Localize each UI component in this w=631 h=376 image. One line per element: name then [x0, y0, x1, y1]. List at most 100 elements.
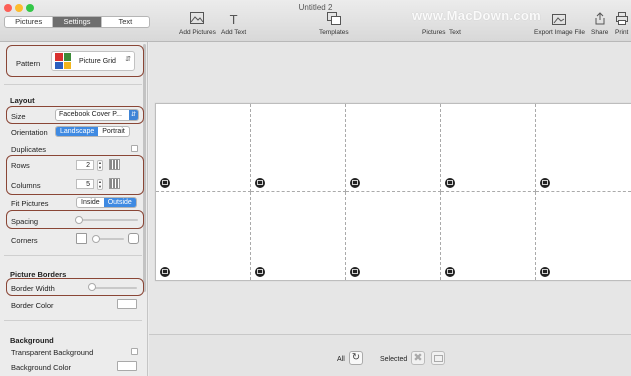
add-picture-icon[interactable] — [350, 267, 360, 277]
bottom-bar — [149, 334, 631, 376]
grid-cell[interactable] — [536, 192, 631, 280]
settings-sidebar — [0, 42, 148, 376]
tab-text[interactable]: Text — [100, 17, 149, 27]
shuffle-all-button[interactable]: ↻ — [349, 351, 363, 365]
divider — [4, 255, 142, 256]
grid-cell[interactable] — [441, 192, 536, 280]
add-picture-icon[interactable] — [255, 178, 265, 188]
columns-grid-icon — [109, 178, 120, 189]
grid-cell[interactable] — [251, 192, 346, 280]
duplicates-label: Duplicates — [11, 145, 47, 154]
pictures-toolbar-button[interactable]: Pictures — [422, 12, 445, 36]
fit-outside[interactable]: Outside — [103, 198, 136, 207]
add-text-label: Add Text — [221, 29, 247, 36]
templates-icon — [319, 12, 349, 27]
border-width-slider[interactable] — [89, 287, 137, 289]
square-corners-icon[interactable] — [76, 233, 87, 244]
selected-label: Selected — [380, 356, 408, 363]
replace-selected-button[interactable] — [431, 351, 445, 365]
title-bar: Untitled 2 Pictures Settings Text Add Pi… — [0, 0, 631, 42]
columns-stepper[interactable]: ▲ ▼ — [97, 179, 103, 190]
app-window: Untitled 2 Pictures Settings Text Add Pi… — [0, 0, 631, 376]
border-color-label: Border Color — [11, 301, 54, 310]
picture-icon — [179, 12, 216, 27]
orientation-landscape[interactable]: Landscape — [56, 127, 99, 136]
size-label: Size — [11, 112, 26, 121]
text-toolbar-button[interactable]: Text — [449, 12, 461, 36]
add-pictures-label: Add Pictures — [179, 29, 216, 36]
size-popup[interactable]: Facebook Cover P... ⇵ — [55, 109, 139, 121]
close-x-icon: ✖ — [413, 352, 423, 364]
share-icon — [591, 12, 608, 27]
border-color-well[interactable] — [117, 299, 137, 309]
picture-grid-page[interactable] — [155, 103, 631, 281]
border-width-slider-knob[interactable] — [88, 283, 96, 291]
orientation-control[interactable]: Landscape Portrait — [55, 126, 130, 137]
spacing-label: Spacing — [11, 217, 39, 226]
fit-inside[interactable]: Inside — [77, 198, 104, 207]
corners-slider-knob[interactable] — [92, 235, 100, 243]
add-picture-icon[interactable] — [445, 178, 455, 188]
export-image-button[interactable]: Export Image File — [534, 12, 585, 36]
add-picture-icon[interactable] — [350, 178, 360, 188]
spacing-slider-knob[interactable] — [75, 216, 83, 224]
grid-cell[interactable] — [156, 192, 251, 280]
remove-selected-button[interactable]: ✖ — [411, 351, 425, 365]
tab-pictures[interactable]: Pictures — [5, 17, 52, 27]
size-value: Facebook Cover P... — [59, 111, 122, 118]
picture-icon — [434, 355, 443, 364]
add-picture-icon[interactable] — [160, 178, 170, 188]
all-label: All — [337, 356, 345, 363]
print-icon — [615, 12, 628, 27]
transparent-background-label: Transparent Background — [11, 348, 94, 357]
share-button[interactable]: Share — [591, 12, 608, 36]
layout-section-title: Layout — [10, 96, 35, 105]
rounded-corners-icon[interactable] — [128, 233, 139, 244]
orientation-portrait[interactable]: Portrait — [98, 127, 129, 136]
print-button[interactable]: Print — [615, 12, 628, 36]
transparent-background-checkbox[interactable] — [131, 348, 138, 355]
chevron-updown-icon: ⇵ — [125, 56, 131, 63]
add-pictures-button[interactable]: Add Pictures — [179, 12, 216, 36]
pattern-value: Picture Grid — [79, 58, 116, 65]
grid-cell[interactable] — [346, 192, 441, 280]
chevron-updown-icon: ⇵ — [129, 110, 138, 120]
export-label: Export Image File — [534, 29, 585, 36]
divider — [4, 84, 142, 85]
add-text-button[interactable]: T Add Text — [221, 12, 246, 36]
add-picture-icon[interactable] — [160, 267, 170, 277]
add-picture-icon[interactable] — [540, 178, 550, 188]
columns-field[interactable]: 5 — [76, 179, 94, 189]
fit-pictures-control[interactable]: Inside Outside — [76, 197, 137, 208]
spacing-slider[interactable] — [76, 219, 138, 221]
export-icon — [534, 12, 585, 27]
rows-grid-icon — [109, 159, 120, 170]
tab-settings[interactable]: Settings — [52, 17, 101, 27]
templates-button[interactable]: Templates — [319, 12, 349, 36]
pattern-popup[interactable]: Picture Grid ⇵ — [51, 51, 135, 71]
add-picture-icon[interactable] — [445, 267, 455, 277]
divider — [4, 320, 142, 321]
text-toolbar-icon — [449, 12, 461, 27]
grid-cell[interactable] — [251, 104, 346, 192]
rows-label: Rows — [11, 161, 30, 170]
add-picture-icon[interactable] — [540, 267, 550, 277]
add-picture-icon[interactable] — [255, 267, 265, 277]
rows-field[interactable]: 2 — [76, 160, 94, 170]
background-color-label: Background Color — [11, 363, 72, 372]
fit-pictures-label: Fit Pictures — [11, 199, 49, 208]
text-t-icon: T — [229, 12, 238, 27]
background-color-well[interactable] — [117, 361, 137, 371]
grid-cell[interactable] — [536, 104, 631, 192]
duplicates-checkbox[interactable] — [131, 145, 138, 152]
sidebar-tab-control[interactable]: Pictures Settings Text — [4, 16, 150, 28]
pictures-toolbar-icon — [422, 12, 445, 27]
share-label: Share — [591, 29, 609, 36]
pattern-label: Pattern — [16, 59, 41, 68]
refresh-icon: ↻ — [351, 352, 361, 363]
pictures-toolbar-label: Pictures — [422, 29, 446, 36]
grid-cell[interactable] — [346, 104, 441, 192]
grid-cell[interactable] — [156, 104, 251, 192]
grid-cell[interactable] — [441, 104, 536, 192]
rows-stepper[interactable]: ▲ ▼ — [97, 160, 103, 171]
